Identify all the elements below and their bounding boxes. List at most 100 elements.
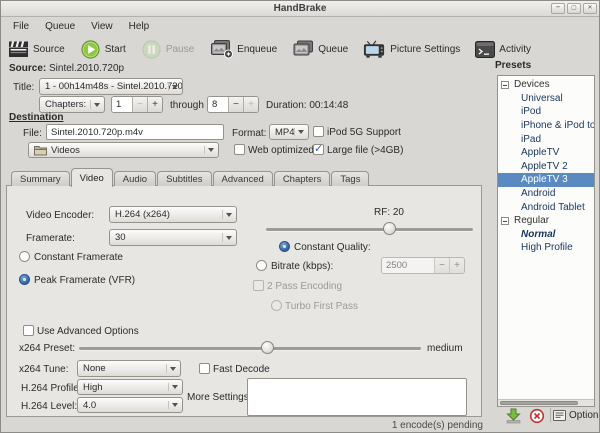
preset-item-label: iPhone & iPod touch: [521, 120, 594, 131]
tab-advanced[interactable]: Advanced: [213, 171, 273, 186]
preset-item[interactable]: AppleTV 2: [498, 160, 594, 174]
chapter-start-spinner[interactable]: 1: [111, 96, 163, 113]
peak-framerate-radio[interactable]: [19, 274, 30, 285]
preset-item[interactable]: iPad: [498, 132, 594, 146]
more-settings-label: More Settings:: [187, 392, 251, 403]
chapter-end-spinner[interactable]: 8: [207, 96, 259, 113]
tab-summary[interactable]: Summary: [11, 171, 70, 186]
fast-decode-label: Fast Decode: [213, 364, 270, 375]
h264-profile-label: H.264 Profile:: [21, 383, 82, 394]
chapter-end-value: 8: [208, 97, 228, 112]
queue-button[interactable]: Queue: [292, 40, 348, 58]
activity-button[interactable]: Activity: [475, 41, 531, 58]
title-dropdown[interactable]: 1 - 00h14m48s - Sintel.2010.720p: [39, 78, 183, 95]
preset-item[interactable]: iPod: [498, 105, 594, 119]
framerate-dropdown[interactable]: 30: [109, 229, 237, 246]
activity-button-label: Activity: [499, 44, 531, 55]
x264-preset-slider-handle[interactable]: [261, 341, 274, 354]
large-file-checkbox[interactable]: [313, 144, 324, 155]
preset-item[interactable]: AppleTV: [498, 146, 594, 160]
destination-folder-dropdown[interactable]: Videos: [28, 142, 219, 158]
quality-slider-track[interactable]: [266, 228, 473, 231]
close-icon[interactable]: [583, 3, 597, 14]
x264-tune-dropdown[interactable]: None: [77, 360, 181, 377]
preset-item[interactable]: Universal: [498, 92, 594, 106]
preset-item[interactable]: Android: [498, 187, 594, 201]
menu-file[interactable]: File: [5, 20, 37, 33]
tree-expander-icon[interactable]: [501, 217, 509, 225]
tab-audio[interactable]: Audio: [114, 171, 156, 186]
menu-help[interactable]: Help: [121, 20, 158, 33]
increment-icon[interactable]: [147, 97, 162, 112]
preset-item[interactable]: Normal: [498, 228, 594, 242]
decrement-icon[interactable]: [228, 97, 243, 112]
start-button[interactable]: Start: [80, 39, 126, 60]
use-advanced-options-checkbox[interactable]: [23, 325, 34, 336]
peak-framerate-label: Peak Framerate (VFR): [34, 275, 135, 286]
source-button[interactable]: Source: [8, 40, 65, 58]
h264-profile-dropdown[interactable]: High: [77, 379, 183, 395]
tab-tags[interactable]: Tags: [331, 171, 369, 186]
preset-item[interactable]: Regular: [498, 214, 594, 228]
fast-decode-checkbox[interactable]: [199, 363, 210, 374]
preset-item[interactable]: Android Tablet: [498, 200, 594, 214]
preset-item[interactable]: High Profile: [498, 241, 594, 255]
web-optimized-checkbox[interactable]: [234, 144, 245, 155]
preset-item[interactable]: AppleTV 3: [498, 173, 594, 187]
preset-item-label: iPod: [521, 106, 541, 117]
video-encoder-dropdown[interactable]: H.264 (x264): [109, 206, 237, 223]
bitrate-radio[interactable]: [256, 260, 267, 271]
preset-options-button[interactable]: Options: [553, 407, 600, 424]
preset-item-label: Android: [521, 188, 555, 199]
enqueue-button[interactable]: Enqueue: [209, 39, 277, 59]
file-name-input[interactable]: Sintel.2010.720p.m4v: [46, 124, 224, 140]
title-bar[interactable]: HandBrake: [1, 1, 599, 17]
pause-button-label: Pause: [166, 44, 194, 55]
tree-expander-icon[interactable]: [501, 81, 509, 89]
preset-item-label: Android Tablet: [521, 202, 585, 213]
divider: [550, 408, 551, 422]
source-button-label: Source: [33, 44, 65, 55]
range-type-dropdown[interactable]: Chapters:: [39, 96, 105, 113]
menu-view[interactable]: View: [83, 20, 121, 33]
decrement-icon[interactable]: [132, 97, 147, 112]
destination-section-label: Destination: [9, 112, 63, 123]
h264-level-value: 4.0: [83, 400, 96, 411]
add-preset-button[interactable]: [503, 407, 523, 425]
options-icon: [553, 410, 566, 421]
quality-slider-handle[interactable]: [383, 222, 396, 235]
constant-framerate-radio[interactable]: [19, 251, 30, 262]
decrement-icon: [434, 258, 449, 273]
menu-queue[interactable]: Queue: [37, 20, 83, 33]
x264-preset-slider-track[interactable]: [79, 347, 421, 350]
remove-preset-button[interactable]: [527, 407, 547, 425]
scrollbar-thumb[interactable]: [500, 401, 578, 405]
increment-icon[interactable]: [243, 97, 258, 112]
tab-bar: Summary Video Audio Subtitles Advanced C…: [11, 168, 370, 186]
more-settings-textarea[interactable]: [247, 378, 467, 416]
turbo-first-pass-label: Turbo First Pass: [285, 301, 358, 312]
preset-item[interactable]: Devices: [498, 78, 594, 92]
preset-item-label: iPad: [521, 134, 541, 145]
tab-subtitles[interactable]: Subtitles: [157, 171, 211, 186]
through-label: through: [170, 100, 204, 111]
source-section-label: Source:: [9, 63, 46, 74]
bitrate-spinner: 2500: [381, 257, 465, 274]
presets-horizontal-scrollbar[interactable]: [498, 399, 594, 406]
minimize-icon[interactable]: [551, 3, 565, 14]
ipod-support-checkbox[interactable]: [313, 126, 324, 137]
tab-chapters[interactable]: Chapters: [274, 171, 331, 186]
format-dropdown[interactable]: MP4: [269, 124, 309, 140]
constant-quality-radio[interactable]: [279, 241, 290, 252]
preset-item[interactable]: iPhone & iPod touch: [498, 119, 594, 133]
constant-quality-label: Constant Quality:: [294, 242, 371, 253]
maximize-icon[interactable]: [567, 3, 581, 14]
tab-video[interactable]: Video: [71, 168, 113, 187]
enqueue-icon: [209, 39, 233, 59]
x264-tune-value: None: [83, 363, 106, 374]
add-preset-icon: [505, 408, 522, 424]
video-encoder-value: H.264 (x264): [115, 209, 170, 220]
h264-level-dropdown[interactable]: 4.0: [77, 397, 183, 413]
preset-item-label: Devices: [514, 79, 550, 90]
picture-settings-button[interactable]: Picture Settings: [363, 40, 460, 59]
